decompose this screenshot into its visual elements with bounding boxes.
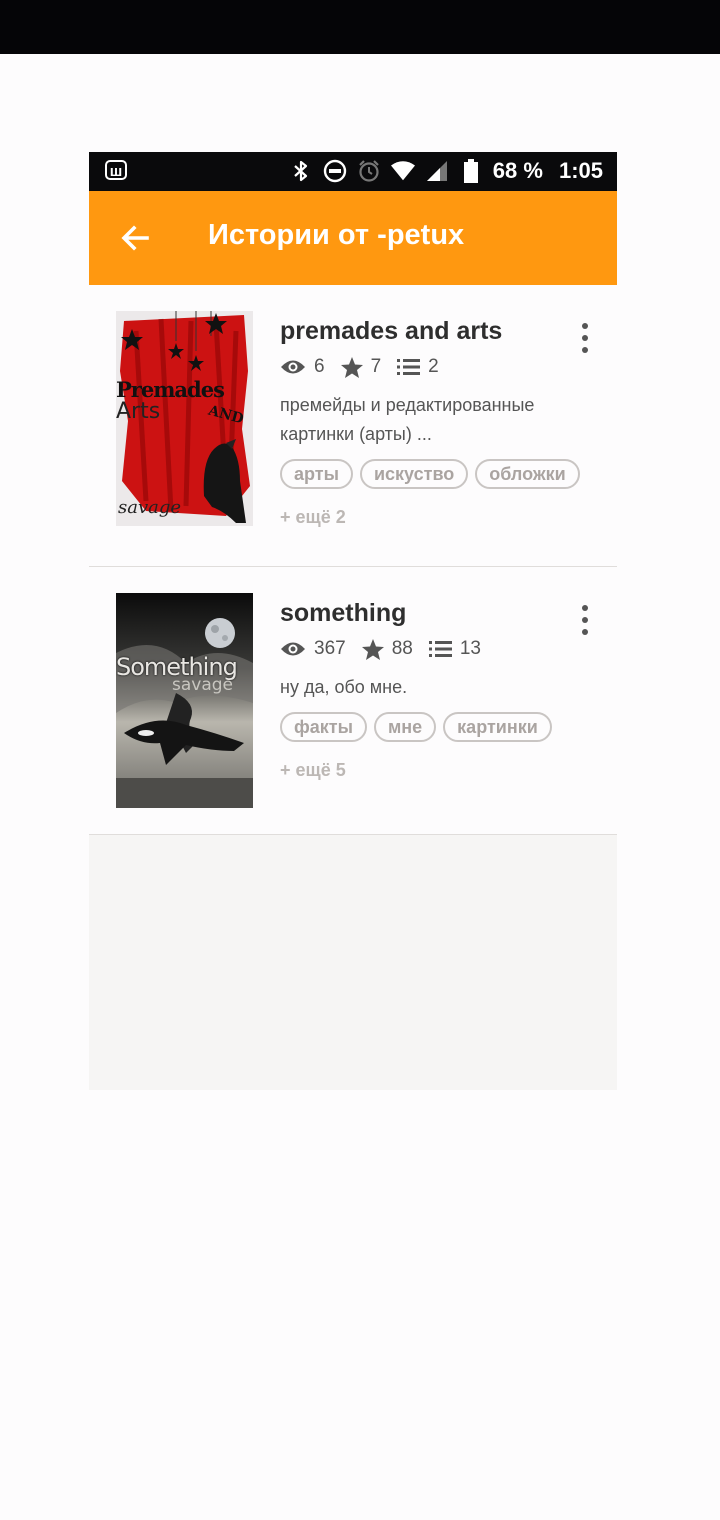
story-title[interactable]: something [280, 599, 406, 628]
story-description: ну да, обо мне. [280, 677, 408, 697]
story-list: Premades AND Arts savage premades and ar… [89, 285, 617, 835]
alarm-icon [357, 158, 381, 184]
story-title[interactable]: premades and arts [280, 317, 502, 346]
story-cover-image[interactable]: Premades AND Arts savage [116, 311, 253, 526]
story-stats: 367 88 13 [280, 638, 497, 660]
story-card[interactable]: Premades AND Arts savage premades and ar… [89, 285, 617, 567]
list-icon [397, 358, 421, 376]
eye-icon [280, 358, 306, 376]
star-icon [361, 638, 384, 660]
clock: 1:05 [558, 158, 603, 183]
app-bar: Истории от -petux [89, 191, 617, 285]
notification-icon: ш [105, 160, 127, 180]
eye-icon [280, 640, 306, 658]
bluetooth-icon [289, 158, 313, 184]
more-options-icon[interactable] [573, 321, 597, 355]
story-description: премейды и редактированные картинки (арт… [280, 395, 535, 444]
cover-text-4: savage [118, 497, 182, 518]
views-count: 367 [314, 638, 346, 659]
tag-list: арты искуство обложки [280, 459, 580, 489]
list-icon [428, 640, 452, 658]
phone-screen: ш 68 % 1:05 Истории от -petux Premades A… [89, 152, 617, 1090]
views-count: 6 [314, 356, 325, 377]
tag-chip[interactable]: факты [280, 712, 367, 742]
tag-chip[interactable]: арты [280, 459, 353, 489]
tag-chip[interactable]: мне [373, 712, 437, 742]
votes-count: 7 [370, 356, 382, 377]
more-tags-link[interactable]: + ещё 5 [280, 760, 346, 781]
story-stats: 6 7 2 [280, 356, 455, 378]
cover-text-3: Arts [116, 399, 161, 424]
tag-chip[interactable]: картинки [443, 712, 552, 742]
more-tags-link[interactable]: + ещё 2 [280, 507, 346, 528]
signal-icon [425, 158, 449, 184]
votes-count: 88 [391, 638, 413, 659]
tag-list: факты мне картинки [280, 712, 552, 742]
parts-count: 2 [428, 356, 439, 377]
status-bar: ш 68 % 1:05 [89, 152, 617, 191]
battery-icon [459, 158, 483, 184]
more-options-icon[interactable] [573, 603, 597, 637]
tag-chip[interactable]: искуство [359, 459, 469, 489]
tag-chip[interactable]: обложки [475, 459, 580, 489]
battery-percent: 68 % [492, 158, 543, 183]
star-icon [340, 356, 363, 378]
story-cover-image[interactable]: Something savage [116, 593, 253, 808]
top-black-bar [0, 0, 720, 54]
story-card[interactable]: Something savage something 367 88 13 ну … [89, 567, 617, 835]
parts-count: 13 [459, 638, 481, 659]
cover-text-2: savage [172, 675, 234, 695]
wifi-icon [390, 158, 415, 184]
back-arrow-icon[interactable] [117, 219, 155, 257]
page-title: Истории от -petux [208, 219, 465, 251]
do-not-disturb-icon [323, 158, 347, 184]
